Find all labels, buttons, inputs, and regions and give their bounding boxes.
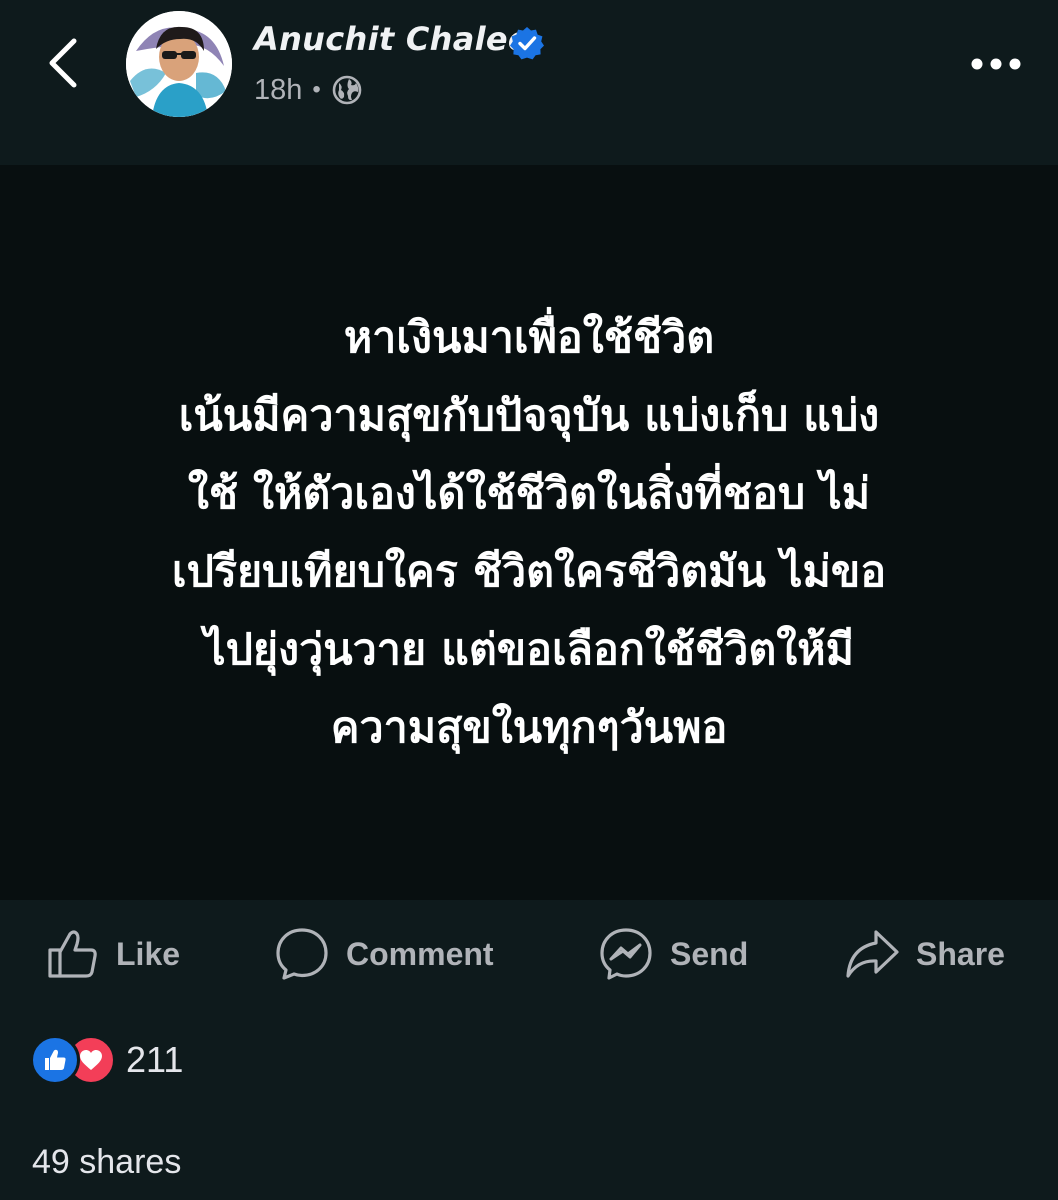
like-button[interactable]: Like bbox=[46, 924, 180, 984]
avatar-image bbox=[126, 11, 232, 117]
action-bar: Like Comment Send Share bbox=[0, 900, 1058, 1012]
author-name[interactable]: Anuchit Chalee bbox=[254, 20, 530, 58]
avatar[interactable] bbox=[126, 11, 232, 117]
verified-badge-icon bbox=[510, 27, 544, 60]
comment-label: Comment bbox=[346, 935, 494, 972]
share-label: Share bbox=[916, 935, 1005, 972]
messenger-icon bbox=[600, 928, 652, 980]
meta-separator: • bbox=[312, 76, 321, 103]
post-header: Anuchit Chalee 18h • bbox=[0, 0, 1058, 165]
comment-icon bbox=[276, 928, 328, 980]
post-detail-page: Anuchit Chalee 18h • หาเงินมาเพื่อใช้ชีว… bbox=[0, 0, 1058, 1200]
post-meta: 18h • bbox=[254, 70, 363, 110]
share-icon bbox=[846, 930, 899, 978]
send-button[interactable]: Send bbox=[598, 924, 748, 984]
like-label: Like bbox=[116, 935, 181, 972]
like-icon bbox=[48, 930, 97, 978]
comment-button[interactable]: Comment bbox=[274, 924, 494, 984]
more-horizontal-icon bbox=[971, 58, 1021, 70]
shares-count[interactable]: 49 shares bbox=[32, 1143, 181, 1182]
reaction-count: 211 bbox=[126, 1039, 184, 1080]
reactions-summary[interactable]: 211 bbox=[30, 1035, 184, 1085]
globe-icon bbox=[332, 75, 362, 105]
like-reaction-icon bbox=[30, 1035, 80, 1085]
chevron-left-icon bbox=[49, 38, 77, 88]
send-label: Send bbox=[670, 935, 749, 972]
post-text-card: หาเงินมาเพื่อใช้ชีวิต เน้นมีความสุขกับปั… bbox=[0, 165, 1058, 900]
post-time[interactable]: 18h bbox=[254, 74, 302, 107]
back-button[interactable] bbox=[38, 30, 88, 96]
more-options-button[interactable] bbox=[966, 44, 1026, 84]
share-button[interactable]: Share bbox=[844, 924, 1005, 984]
post-text: หาเงินมาเพื่อใช้ชีวิต เน้นมีความสุขกับปั… bbox=[171, 312, 887, 753]
